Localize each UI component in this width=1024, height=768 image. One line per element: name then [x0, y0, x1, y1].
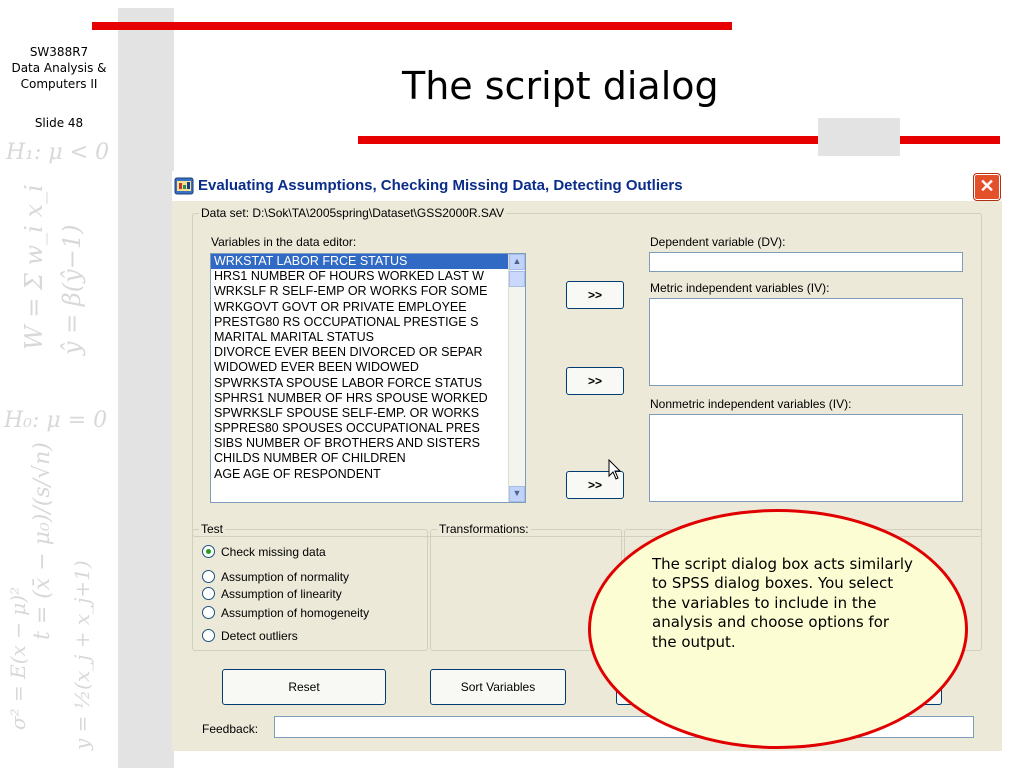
left-grey-band — [118, 8, 174, 768]
test-group-label: Test — [199, 522, 226, 536]
course-line: SW388R7 — [29, 45, 89, 59]
radio-assumption-normality[interactable]: Assumption of normality — [202, 570, 349, 586]
radio-label: Assumption of homogeneity — [221, 606, 370, 620]
variable-list-item[interactable]: MARITAL MARITAL STATUS — [211, 330, 525, 345]
radio-assumption-homogeneity[interactable]: Assumption of homogeneity — [202, 606, 369, 622]
variable-list-item[interactable]: PRESTG80 RS OCCUPATIONAL PRESTIGE S — [211, 315, 525, 330]
metric-iv-label: Metric independent variables (IV): — [650, 281, 830, 295]
radio-icon[interactable] — [202, 587, 215, 601]
variable-list-item[interactable]: HRS1 NUMBER OF HOURS WORKED LAST W — [211, 269, 525, 284]
feedback-label: Feedback: — [202, 722, 259, 736]
move-to-dv-button[interactable]: >> — [566, 281, 624, 309]
variable-list-item[interactable]: SIBS NUMBER OF BROTHERS AND SISTERS — [211, 436, 525, 451]
radio-label: Assumption of normality — [221, 570, 350, 584]
variable-list-item[interactable]: CHILDS NUMBER OF CHILDREN — [211, 451, 525, 466]
close-button[interactable]: ✕ — [974, 174, 1000, 200]
nonmetric-iv-list[interactable] — [649, 414, 963, 502]
variable-list-item[interactable]: WRKSTAT LABOR FRCE STATUS — [211, 254, 525, 270]
sort-variables-button[interactable]: Sort Variables — [430, 669, 566, 705]
slide-title: The script dialog — [402, 64, 719, 108]
slide-number: Slide 48 — [34, 116, 84, 130]
variable-list-item[interactable]: DIVORCE EVER BEEN DIVORCED OR SEPAR — [211, 345, 525, 360]
metric-iv-list[interactable] — [649, 298, 963, 386]
course-line: Data Analysis & — [11, 61, 107, 75]
radio-selected-icon[interactable] — [202, 545, 215, 559]
dialog-title: Evaluating Assumptions, Checking Missing… — [198, 177, 683, 194]
radio-assumption-linearity[interactable]: Assumption of linearity — [202, 587, 342, 603]
radio-label: Check missing data — [221, 545, 326, 559]
scroll-up-button[interactable]: ▲ — [509, 254, 525, 270]
variable-list-item[interactable]: WRKSLF R SELF-EMP OR WORKS FOR SOME — [211, 284, 525, 299]
radio-label: Detect outliers — [221, 629, 298, 643]
variable-list-item[interactable]: SPWRKSLF SPOUSE SELF-EMP. OR WORKS — [211, 406, 525, 421]
radio-icon[interactable] — [202, 606, 215, 620]
variable-list-item[interactable]: SPHRS1 NUMBER OF HRS SPOUSE WORKED — [211, 391, 525, 406]
variables-listbox[interactable]: WRKSTAT LABOR FRCE STATUS HRS1 NUMBER OF … — [210, 253, 526, 503]
close-icon: ✕ — [979, 176, 995, 196]
radio-label: Assumption of linearity — [221, 587, 342, 601]
transformations-label: Transformations: — [437, 522, 531, 536]
radio-check-missing-data[interactable]: Check missing data — [202, 545, 326, 561]
nonmetric-iv-label: Nonmetric independent variables (IV): — [650, 397, 852, 411]
variable-list-item[interactable]: SPWRKSTA SPOUSE LABOR FORCE STATUS — [211, 376, 525, 391]
variables-label: Variables in the data editor: — [211, 235, 357, 249]
dv-label: Dependent variable (DV): — [650, 235, 786, 249]
mouse-pointer-icon — [608, 459, 622, 480]
scroll-down-button[interactable]: ▼ — [509, 486, 525, 502]
listbox-scrollbar[interactable]: ▲ ▼ — [508, 254, 525, 502]
scroll-thumb[interactable] — [509, 271, 525, 287]
radio-icon[interactable] — [202, 570, 215, 584]
variable-list-item[interactable]: WIDOWED EVER BEEN WIDOWED — [211, 360, 525, 375]
reset-button[interactable]: Reset — [222, 669, 386, 705]
variable-list-item[interactable]: SPPRES80 SPOUSES OCCUPATIONAL PRES — [211, 421, 525, 436]
red-rule-top — [92, 22, 732, 30]
variables-list: WRKSTAT LABOR FRCE STATUS HRS1 NUMBER OF … — [211, 254, 525, 482]
move-to-metric-iv-button[interactable]: >> — [566, 367, 624, 395]
radio-detect-outliers[interactable]: Detect outliers — [202, 629, 298, 645]
variable-list-item[interactable]: WRKGOVT GOVT OR PRIVATE EMPLOYEE — [211, 300, 525, 315]
variable-list-item[interactable]: AGE AGE OF RESPONDENT — [211, 467, 525, 482]
red-rule-bottom — [358, 136, 1000, 144]
dialog-titlebar[interactable]: Evaluating Assumptions, Checking Missing… — [172, 171, 1002, 201]
dv-field[interactable] — [649, 252, 963, 272]
radio-icon[interactable] — [202, 629, 215, 643]
app-icon — [174, 177, 194, 195]
callout-text: The script dialog box acts similarly to … — [652, 555, 913, 651]
math-watermark: H₁: μ < 0 W = Σ w_i x_i ŷ = β(ŷ−1) H₀: μ… — [0, 140, 118, 760]
grey-accent-block — [818, 118, 900, 156]
course-info: SW388R7 Data Analysis & Computers II — [0, 44, 118, 92]
dataset-label: Data set: D:\Sok\TA\2005spring\Dataset\G… — [199, 206, 507, 220]
course-line: Computers II — [20, 77, 98, 91]
